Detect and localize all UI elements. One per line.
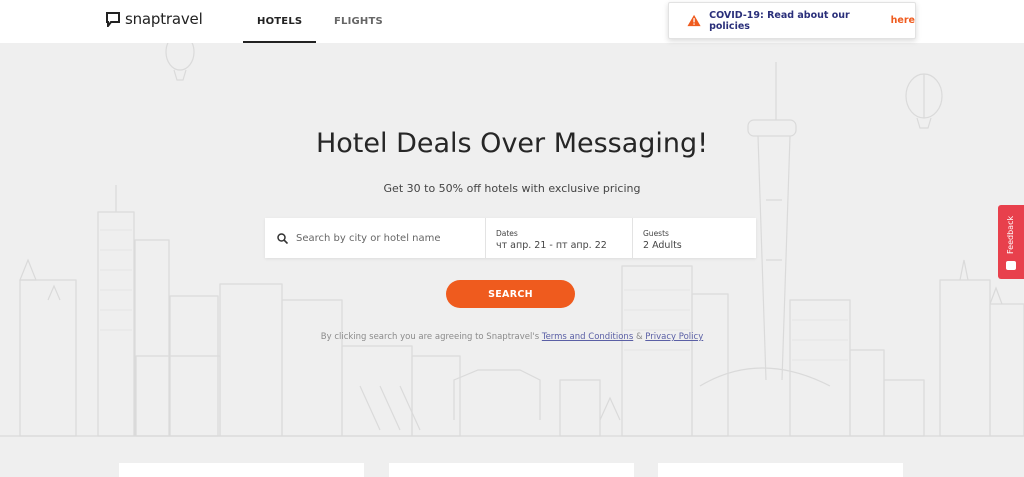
chat-bubble-icon <box>106 11 120 27</box>
terms-and-conditions-link[interactable]: Terms and Conditions <box>542 332 633 342</box>
search-icon <box>277 232 288 244</box>
terms-prefix: By clicking search you are agreeing to S… <box>320 332 540 342</box>
logo[interactable]: snaptravel <box>106 10 203 28</box>
covid-banner: COVID-19: Read about our policies here <box>668 2 916 39</box>
dates-field[interactable]: Dates чт апр. 21 - пт апр. 22 <box>486 218 633 258</box>
terms-notice: By clicking search you are agreeing to S… <box>0 332 1024 342</box>
logo-text: snaptravel <box>125 10 203 28</box>
warning-icon <box>687 14 701 27</box>
city-skyline-illustration <box>0 43 1024 437</box>
tab-flights[interactable]: FLIGHTS <box>334 0 383 43</box>
feedback-label: Feedback <box>1006 215 1015 255</box>
destination-input[interactable] <box>296 232 476 244</box>
covid-banner-text: COVID-19: Read about our policies <box>709 9 850 32</box>
covid-policy-link[interactable]: here <box>891 15 915 26</box>
deal-card[interactable] <box>389 463 634 477</box>
deal-card[interactable] <box>658 463 903 477</box>
feedback-tab[interactable]: Feedback <box>998 205 1024 279</box>
destination-field[interactable] <box>265 218 486 258</box>
guests-field[interactable]: Guests 2 Adults <box>633 218 756 258</box>
dates-label: Dates <box>496 229 518 238</box>
dates-value: чт апр. 21 - пт апр. 22 <box>496 240 607 251</box>
hero-subtitle: Get 30 to 50% off hotels with exclusive … <box>383 182 641 195</box>
hero-title: Hotel Deals Over Messaging! <box>315 128 709 159</box>
privacy-policy-link[interactable]: Privacy Policy <box>645 332 703 342</box>
feedback-icon <box>1006 261 1016 270</box>
terms-ampersand: & <box>635 332 643 342</box>
deal-card[interactable] <box>119 463 364 477</box>
guests-label: Guests <box>643 229 669 238</box>
tab-hotels[interactable]: HOTELS <box>242 0 317 43</box>
search-button[interactable]: SEARCH <box>446 280 575 308</box>
guests-value: 2 Adults <box>643 240 682 251</box>
search-form: Dates чт апр. 21 - пт апр. 22 Guests 2 A… <box>265 218 756 258</box>
